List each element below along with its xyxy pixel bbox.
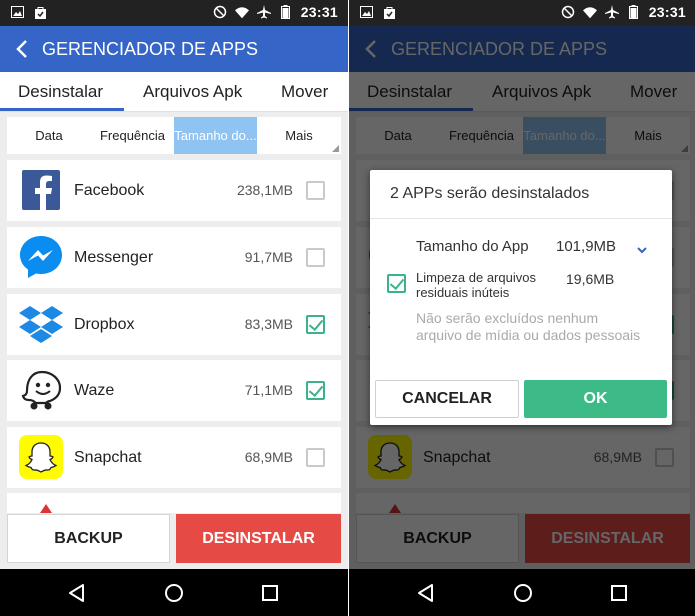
facebook-icon xyxy=(18,167,64,213)
dialog-divider xyxy=(370,218,672,219)
status-bar: 23:31 xyxy=(0,0,348,26)
nav-bar xyxy=(0,569,348,616)
backup-button[interactable]: BACKUP xyxy=(7,514,170,563)
nav-back-icon[interactable] xyxy=(66,582,88,604)
app-checkbox-checked[interactable] xyxy=(306,315,325,334)
app-name: Snapchat xyxy=(74,449,142,466)
tab-apk-files[interactable]: Arquivos Apk xyxy=(143,72,242,112)
battery-icon xyxy=(279,5,293,19)
clock: 23:31 xyxy=(648,4,686,20)
tab-move[interactable]: Mover xyxy=(281,72,328,112)
app-name: Dropbox xyxy=(74,316,135,333)
app-size-value: 101,9MB xyxy=(556,238,617,255)
airplane-mode-icon xyxy=(256,5,271,19)
sort-frequency[interactable]: Frequência xyxy=(91,117,174,154)
nav-recents-icon[interactable] xyxy=(259,582,281,604)
status-bar: 23:31 xyxy=(349,0,695,26)
chevron-down-icon[interactable] xyxy=(636,242,648,254)
app-name: Messenger xyxy=(74,249,154,266)
app-row-waze[interactable]: Waze 71,1MB xyxy=(7,360,341,421)
airplane-mode-icon xyxy=(604,5,619,19)
nav-back-icon[interactable] xyxy=(415,582,437,604)
junk-files-value: 19,6MB xyxy=(566,271,615,287)
back-arrow-icon[interactable] xyxy=(16,39,32,59)
app-size-label: Tamanho do App xyxy=(416,238,529,255)
gallery-notification-icon xyxy=(10,5,24,19)
wifi-icon xyxy=(234,5,249,19)
clock: 23:31 xyxy=(300,4,338,20)
junk-files-label: Limpeza de arquivos residuais inúteis xyxy=(416,270,536,300)
tab-bar: Desinstalar Arquivos Apk Mover xyxy=(0,72,348,112)
do-not-disturb-icon xyxy=(561,5,575,19)
shopping-bag-notification-icon xyxy=(33,5,47,19)
app-row-snapchat[interactable]: Snapchat 68,9MB xyxy=(7,427,341,488)
do-not-disturb-icon xyxy=(213,5,227,19)
partial-app-icon xyxy=(40,504,52,513)
messenger-icon xyxy=(18,234,64,280)
app-size: 71,1MB xyxy=(244,382,293,398)
dropdown-corner-icon xyxy=(332,145,339,152)
uninstall-button[interactable]: DESINSTALAR xyxy=(176,514,341,563)
cancel-button[interactable]: CANCELAR xyxy=(375,380,519,418)
uninstall-confirm-dialog: 2 APPs serão desinstalados Tamanho do Ap… xyxy=(370,170,672,425)
dropbox-icon xyxy=(18,301,64,347)
tab-indicator xyxy=(0,108,124,111)
app-checkbox[interactable] xyxy=(306,181,325,200)
wifi-icon xyxy=(582,5,597,19)
shopping-bag-notification-icon xyxy=(382,5,396,19)
app-size: 83,3MB xyxy=(244,316,293,332)
app-title: GERENCIADOR DE APPS xyxy=(42,38,259,59)
action-bar: BACKUP DESINSTALAR xyxy=(0,513,348,569)
nav-home-icon[interactable] xyxy=(512,582,534,604)
app-bar: GERENCIADOR DE APPS xyxy=(0,26,348,72)
app-checkbox[interactable] xyxy=(306,248,325,267)
dialog-title: 2 APPs serão desinstalados xyxy=(390,185,590,202)
sort-more[interactable]: Mais xyxy=(257,117,341,154)
waze-icon xyxy=(18,367,64,413)
app-size: 91,7MB xyxy=(244,249,293,265)
app-name: Facebook xyxy=(74,182,145,199)
left-screen: 23:31 GERENCIADOR DE APPS Desinstalar Ar… xyxy=(0,0,348,616)
app-size: 238,1MB xyxy=(236,182,293,198)
app-row-dropbox[interactable]: Dropbox 83,3MB xyxy=(7,294,341,355)
tab-uninstall[interactable]: Desinstalar xyxy=(18,72,103,112)
gallery-notification-icon xyxy=(359,5,373,19)
sort-date[interactable]: Data xyxy=(7,117,91,154)
app-row-facebook[interactable]: Facebook 238,1MB xyxy=(7,160,341,221)
app-row-partial[interactable] xyxy=(7,493,341,513)
junk-files-checkbox[interactable] xyxy=(387,274,406,293)
app-checkbox[interactable] xyxy=(306,448,325,467)
dialog-note: Não serão excluídos nenhum arquivo de mí… xyxy=(416,310,641,343)
nav-bar xyxy=(349,569,695,616)
app-row-messenger[interactable]: Messenger 91,7MB xyxy=(7,227,341,288)
sort-bar: Data Frequência Tamanho do... Mais xyxy=(7,117,341,154)
battery-icon xyxy=(627,5,641,19)
nav-recents-icon[interactable] xyxy=(608,582,630,604)
sort-size[interactable]: Tamanho do... xyxy=(174,117,257,154)
app-name: Waze xyxy=(74,382,115,399)
ok-button[interactable]: OK xyxy=(524,380,667,418)
app-checkbox-checked[interactable] xyxy=(306,381,325,400)
snapchat-icon xyxy=(18,434,64,480)
nav-home-icon[interactable] xyxy=(163,582,185,604)
app-size: 68,9MB xyxy=(244,449,293,465)
